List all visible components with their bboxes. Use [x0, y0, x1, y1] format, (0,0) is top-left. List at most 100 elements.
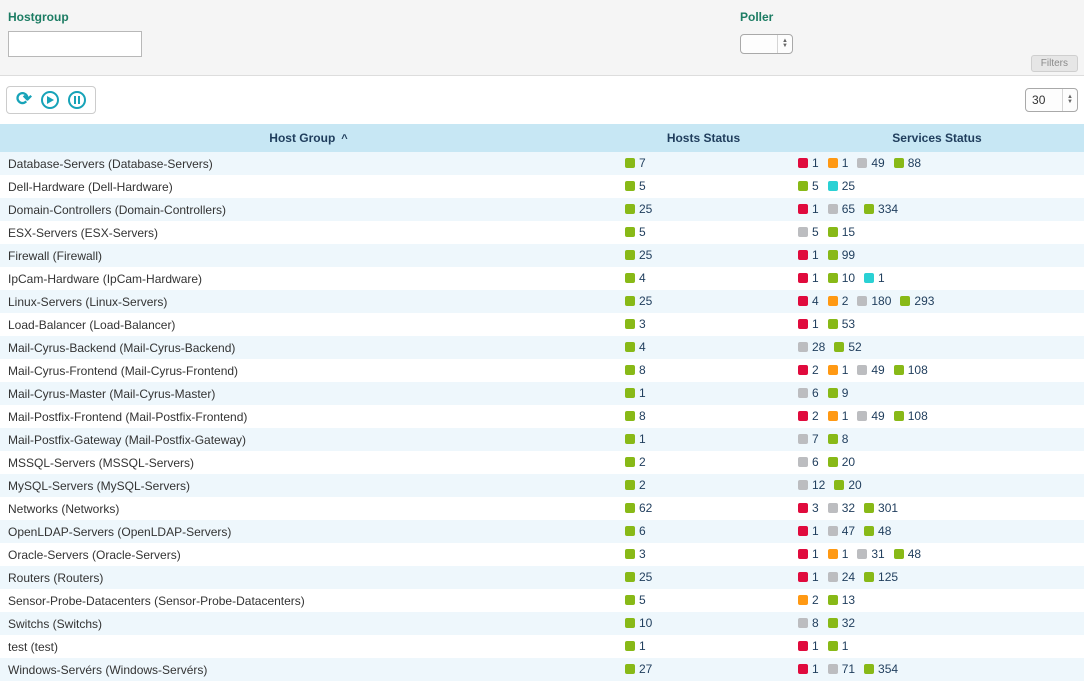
host-group-name[interactable]: Mail-Cyrus-Frontend (Mail-Cyrus-Frontend… [0, 359, 617, 382]
ok-square-icon [828, 595, 838, 605]
status-badge-critical: 1 [798, 570, 819, 584]
status-badge-warning: 1 [828, 156, 849, 170]
host-group-name[interactable]: Firewall (Firewall) [0, 244, 617, 267]
host-group-name[interactable]: OpenLDAP-Servers (OpenLDAP-Servers) [0, 520, 617, 543]
critical-square-icon [798, 204, 808, 214]
status-count: 49 [871, 409, 884, 423]
hosts-status-cell: 25 [617, 566, 790, 589]
host-group-name[interactable]: Networks (Networks) [0, 497, 617, 520]
table-row: Linux-Servers (Linux-Servers)2542180293 [0, 290, 1084, 313]
status-badge-warning: 1 [828, 547, 849, 561]
ok-square-icon [625, 158, 635, 168]
host-group-name[interactable]: Mail-Postfix-Frontend (Mail-Postfix-Fron… [0, 405, 617, 428]
play-icon[interactable] [41, 91, 59, 109]
status-badge-ok: 32 [828, 616, 855, 630]
status-badge-ok: 4 [625, 340, 646, 354]
services-status-cell: 42180293 [790, 290, 1084, 313]
pause-icon[interactable] [68, 91, 86, 109]
status-count: 108 [908, 409, 928, 423]
host-group-name[interactable]: Mail-Cyrus-Master (Mail-Cyrus-Master) [0, 382, 617, 405]
status-badge-critical: 1 [798, 524, 819, 538]
status-count: 48 [878, 524, 891, 538]
status-count: 71 [842, 662, 855, 676]
status-count: 25 [639, 570, 652, 584]
status-badge-critical: 2 [798, 409, 819, 423]
poller-select[interactable]: ▲▼ [740, 34, 793, 54]
host-group-name[interactable]: MySQL-Servers (MySQL-Servers) [0, 474, 617, 497]
status-count: 49 [871, 156, 884, 170]
critical-square-icon [798, 526, 808, 536]
status-count: 32 [842, 616, 855, 630]
column-header-hosts-status[interactable]: Hosts Status [617, 124, 790, 152]
host-group-name[interactable]: Mail-Cyrus-Backend (Mail-Cyrus-Backend) [0, 336, 617, 359]
page-size-value: 30 [1032, 93, 1062, 107]
host-group-name[interactable]: Switchs (Switchs) [0, 612, 617, 635]
status-badge-ok: 5 [625, 593, 646, 607]
critical-square-icon [798, 411, 808, 421]
status-count: 24 [842, 570, 855, 584]
critical-square-icon [798, 503, 808, 513]
filters-button[interactable]: Filters [1031, 55, 1078, 72]
host-group-name[interactable]: Load-Balancer (Load-Balancer) [0, 313, 617, 336]
status-badge-critical: 2 [798, 363, 819, 377]
ok-square-icon [625, 618, 635, 628]
hosts-status-cell: 1 [617, 428, 790, 451]
status-badge-critical: 1 [798, 662, 819, 676]
status-count: 27 [639, 662, 652, 676]
page-size-select[interactable]: 30 ▲▼ [1025, 88, 1078, 112]
status-count: 4 [639, 340, 646, 354]
host-group-name[interactable]: test (test) [0, 635, 617, 658]
host-group-name[interactable]: IpCam-Hardware (IpCam-Hardware) [0, 267, 617, 290]
services-status-cell: 332301 [790, 497, 1084, 520]
status-count: 8 [639, 409, 646, 423]
table-row: OpenLDAP-Servers (OpenLDAP-Servers)61474… [0, 520, 1084, 543]
status-count: 2 [639, 478, 646, 492]
poller-label: Poller [740, 10, 793, 24]
host-group-name[interactable]: Sensor-Probe-Datacenters (Sensor-Probe-D… [0, 589, 617, 612]
services-status-cell: 171354 [790, 658, 1084, 681]
ok-square-icon [864, 572, 874, 582]
host-group-name[interactable]: Oracle-Servers (Oracle-Servers) [0, 543, 617, 566]
table-row: Windows-Servérs (Windows-Servérs)2717135… [0, 658, 1084, 681]
status-badge-critical: 1 [798, 202, 819, 216]
ok-square-icon [864, 204, 874, 214]
status-count: 2 [812, 363, 819, 377]
status-badge-ok: 2 [625, 478, 646, 492]
status-badge-unknown: 31 [857, 547, 884, 561]
ok-square-icon [625, 181, 635, 191]
host-group-name[interactable]: ESX-Servers (ESX-Servers) [0, 221, 617, 244]
status-count: 2 [812, 593, 819, 607]
host-group-name[interactable]: Dell-Hardware (Dell-Hardware) [0, 175, 617, 198]
status-badge-ok: 3 [625, 317, 646, 331]
column-header-host-group[interactable]: Host Group^ [0, 124, 617, 152]
status-badge-ok: 108 [894, 363, 928, 377]
services-status-cell: 1101 [790, 267, 1084, 290]
hosts-status-cell: 2 [617, 451, 790, 474]
status-count: 8 [812, 616, 819, 630]
ok-square-icon [625, 549, 635, 559]
status-count: 3 [639, 547, 646, 561]
status-count: 1 [639, 386, 646, 400]
refresh-icon[interactable]: ⟳ [16, 91, 32, 109]
filter-panel: Hostgroup Poller ▲▼ Filters [0, 0, 1084, 76]
status-count: 28 [812, 340, 825, 354]
host-group-name[interactable]: MSSQL-Servers (MSSQL-Servers) [0, 451, 617, 474]
host-group-name[interactable]: Windows-Servérs (Windows-Servérs) [0, 658, 617, 681]
status-badge-unknown: 12 [798, 478, 825, 492]
status-count: 108 [908, 363, 928, 377]
status-count: 25 [842, 179, 855, 193]
hostgroup-input[interactable] [8, 31, 142, 57]
select-stepper-icon: ▲▼ [1062, 89, 1077, 111]
host-group-name[interactable]: Domain-Controllers (Domain-Controllers) [0, 198, 617, 221]
host-group-name[interactable]: Routers (Routers) [0, 566, 617, 589]
host-group-name[interactable]: Linux-Servers (Linux-Servers) [0, 290, 617, 313]
status-count: 1 [812, 547, 819, 561]
ok-square-icon [894, 158, 904, 168]
services-status-cell: 78 [790, 428, 1084, 451]
column-header-services-status[interactable]: Services Status [790, 124, 1084, 152]
unknown-square-icon [798, 388, 808, 398]
hostgroup-filter: Hostgroup [8, 10, 142, 57]
hosts-status-cell: 8 [617, 405, 790, 428]
host-group-name[interactable]: Database-Servers (Database-Servers) [0, 152, 617, 175]
host-group-name[interactable]: Mail-Postfix-Gateway (Mail-Postfix-Gatew… [0, 428, 617, 451]
